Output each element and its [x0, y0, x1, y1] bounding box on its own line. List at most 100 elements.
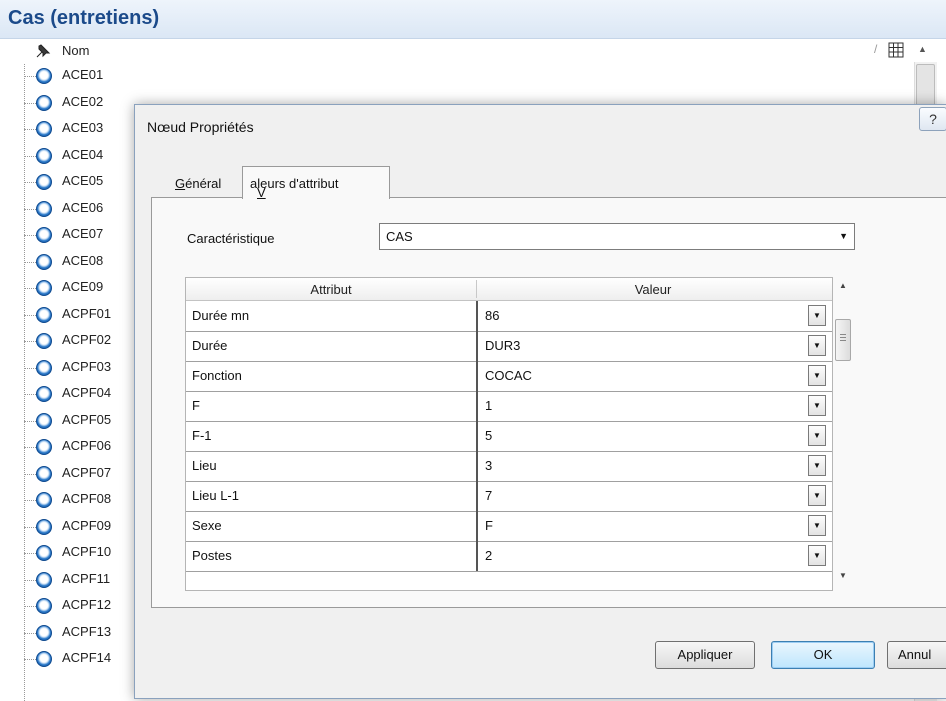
annuler-button[interactable]: Annul	[887, 641, 946, 669]
cell-valeur-text: 1	[485, 398, 493, 413]
header-valeur[interactable]: Valeur	[478, 282, 828, 297]
table-row[interactable]: Sexe F ▼	[186, 511, 832, 542]
cell-valeur[interactable]: 2	[478, 541, 808, 571]
chevron-down-icon[interactable]: ▼	[808, 425, 826, 446]
tree-item[interactable]: ACE03	[18, 117, 138, 143]
cell-valeur[interactable]: F	[478, 511, 808, 541]
tree-connector-line	[24, 235, 36, 236]
tree-item-label: ACE03	[62, 120, 104, 135]
tree-item[interactable]: ACPF10	[18, 541, 138, 567]
tree-item[interactable]: ACPF07	[18, 462, 138, 488]
chevron-down-icon[interactable]: ▼	[808, 455, 826, 476]
grid-header: Attribut Valeur	[186, 278, 832, 301]
chevron-down-icon[interactable]: ▼	[808, 485, 826, 506]
cell-attribut-text: Sexe	[192, 518, 222, 533]
tree-item[interactable]: ACPF04	[18, 382, 138, 408]
cell-valeur-text: F	[485, 518, 493, 533]
cell-valeur[interactable]: COCAC	[478, 361, 808, 391]
dialog-title: Nœud Propriétés	[147, 119, 254, 135]
table-row[interactable]: Durée mn 86 ▼	[186, 301, 832, 332]
tree-item[interactable]: ACPF06	[18, 435, 138, 461]
chevron-down-icon[interactable]: ▼	[808, 335, 826, 356]
table-row[interactable]: Lieu 3 ▼	[186, 451, 832, 482]
table-row[interactable]: F-1 5 ▼	[186, 421, 832, 452]
tree-connector-line	[24, 314, 36, 316]
grid-scrollbar-thumb[interactable]	[835, 319, 851, 361]
tree-item[interactable]: ACE06	[18, 197, 138, 223]
table-row[interactable]: Postes 2 ▼	[186, 541, 832, 572]
appliquer-button[interactable]: Appliquer	[655, 641, 755, 669]
scroll-down-icon[interactable]: ▼	[839, 571, 847, 580]
cell-attribut[interactable]: Fonction	[186, 361, 478, 391]
tree-item[interactable]: ACPF11	[18, 568, 138, 594]
circle-node-icon	[36, 333, 52, 349]
caracteristique-select[interactable]: CAS ▼	[379, 223, 855, 250]
tab-general[interactable]: Général	[175, 176, 221, 191]
tree-item[interactable]: ACPF01	[18, 303, 138, 329]
chevron-down-icon[interactable]: ▼	[808, 395, 826, 416]
cell-attribut[interactable]: Durée	[186, 331, 478, 361]
header-attribut[interactable]: Attribut	[186, 282, 476, 297]
tree-item-label: ACE09	[62, 279, 104, 294]
scroll-up-icon[interactable]: ▲	[918, 44, 927, 54]
tree-item[interactable]: ACE07	[18, 223, 138, 249]
tree-item[interactable]: ACE05	[18, 170, 138, 196]
tree-item[interactable]: ACE02	[18, 91, 138, 117]
circle-node-icon	[36, 439, 52, 455]
help-button[interactable]: ?	[919, 107, 946, 131]
table-row[interactable]: Fonction COCAC ▼	[186, 361, 832, 392]
table-row[interactable]: Durée DUR3 ▼	[186, 331, 832, 362]
cell-valeur[interactable]: DUR3	[478, 331, 808, 361]
pin-icon[interactable]	[34, 42, 52, 60]
cell-valeur[interactable]: 86	[478, 301, 808, 331]
chevron-down-icon[interactable]: ▼	[808, 305, 826, 326]
scroll-up-icon[interactable]: ▲	[839, 281, 847, 290]
cell-attribut[interactable]: F	[186, 391, 478, 421]
table-row[interactable]: F 1 ▼	[186, 391, 832, 422]
table-row[interactable]: Lieu L-1 7 ▼	[186, 481, 832, 512]
tree-item[interactable]: ACPF05	[18, 409, 138, 435]
circle-node-icon	[36, 253, 52, 270]
tree-item[interactable]: ACPF02	[18, 329, 138, 355]
tree-connector-line	[24, 367, 36, 369]
cell-attribut[interactable]: F-1	[186, 421, 478, 451]
cell-attribut[interactable]: Lieu	[186, 451, 478, 481]
column-header-nom[interactable]: Nom	[62, 43, 89, 58]
circle-node-icon	[36, 518, 52, 535]
ok-button[interactable]: OK	[771, 641, 875, 669]
grid-icon[interactable]	[888, 42, 904, 58]
tree-item[interactable]: ACE04	[18, 144, 138, 170]
cell-attribut[interactable]: Sexe	[186, 511, 478, 541]
cell-attribut-text: F-1	[192, 428, 212, 443]
panel-scrollbar-thumb[interactable]	[916, 64, 935, 106]
chevron-down-icon[interactable]: ▼	[808, 545, 826, 566]
cell-attribut[interactable]: Durée mn	[186, 301, 478, 331]
tree-item[interactable]: ACE01	[18, 64, 138, 90]
cell-valeur[interactable]: 3	[478, 451, 808, 481]
tree-item[interactable]: ACPF13	[18, 621, 138, 647]
tree-item-label: ACPF04	[62, 385, 112, 400]
cell-valeur[interactable]: 7	[478, 481, 808, 511]
tree-item[interactable]: ACPF08	[18, 488, 138, 514]
header-divider[interactable]	[476, 280, 477, 298]
tree-item-label: ACE05	[62, 173, 104, 188]
tree-item[interactable]: ACPF14	[18, 647, 138, 673]
tree-item[interactable]: ACPF03	[18, 356, 138, 382]
tree-item[interactable]: ACPF09	[18, 515, 138, 541]
tree-item[interactable]: ACE09	[18, 276, 138, 302]
tree-item[interactable]: ACPF12	[18, 594, 138, 620]
cell-valeur[interactable]: 1	[478, 391, 808, 421]
tree-item[interactable]: ACE08	[18, 250, 138, 276]
tree-item-label: ACPF14	[62, 650, 112, 665]
tab-valeurs-attribut[interactable]: Valeurs d'attribut	[242, 166, 390, 200]
cell-valeur[interactable]: 5	[478, 421, 808, 451]
grid-scrollbar[interactable]: ▲ ▼	[833, 277, 853, 589]
chevron-down-icon[interactable]: ▼	[808, 515, 826, 536]
tree-item-label: ACPF06	[62, 438, 112, 453]
chevron-down-icon[interactable]: ▼	[839, 231, 848, 241]
cell-attribut[interactable]: Lieu L-1	[186, 481, 478, 511]
circle-node-icon	[36, 359, 52, 376]
column-header[interactable]: Nom / ▲	[18, 40, 938, 62]
cell-attribut[interactable]: Postes	[186, 541, 478, 571]
chevron-down-icon[interactable]: ▼	[808, 365, 826, 386]
